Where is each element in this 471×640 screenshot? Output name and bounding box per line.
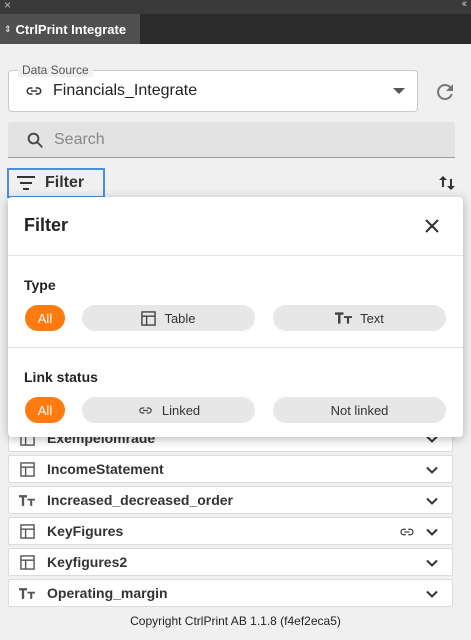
- chevron-down-icon: [393, 88, 405, 94]
- list-item-name: KeyFigures: [47, 523, 124, 539]
- tab-ctrlprint-integrate[interactable]: ⇕ CtrlPrint Integrate: [0, 14, 140, 44]
- table-icon: [19, 523, 35, 539]
- pill-label: Text: [360, 310, 384, 326]
- table-icon: [19, 461, 35, 477]
- search-icon: [27, 132, 43, 148]
- list-item-name: Operating_margin: [47, 585, 168, 601]
- tab-label: CtrlPrint Integrate: [15, 21, 127, 37]
- sort-icon[interactable]: [438, 174, 456, 192]
- list-item-name: Keyfigures2: [47, 554, 128, 570]
- footer-copyright: Copyright CtrlPrint AB 1.1.8 (f4ef2eca5): [130, 614, 341, 628]
- pill-label: Not linked: [330, 402, 389, 418]
- item-list: Exempelomrade IncomeStatement Increased_de…: [8, 424, 453, 610]
- pill-label: All: [37, 402, 53, 418]
- pill-label: Linked: [161, 402, 201, 418]
- filter-button-label: Filter: [45, 174, 85, 191]
- tab-bar: ⇕ CtrlPrint Integrate: [0, 14, 471, 44]
- refresh-icon[interactable]: [433, 80, 457, 104]
- collapse-panel-icon[interactable]: ‹‹: [462, 0, 468, 10]
- table-icon: [141, 310, 157, 326]
- link-icon: [400, 528, 414, 536]
- search-field[interactable]: Search: [8, 122, 455, 158]
- type-filter-text[interactable]: Text: [273, 305, 446, 331]
- pill-label: All: [37, 310, 53, 326]
- link-filter-all[interactable]: All: [25, 397, 65, 423]
- text-type-icon: [19, 585, 35, 601]
- list-item[interactable]: Operating_margin: [8, 579, 453, 607]
- filter-popup-title: Filter: [24, 215, 69, 235]
- list-item[interactable]: Increased_decreased_order: [8, 486, 453, 514]
- filter-popup: Filter Type All Table Text Link status A…: [8, 197, 463, 437]
- chevron-down-icon[interactable]: [426, 588, 438, 600]
- link-filter-linked[interactable]: Linked: [82, 397, 255, 423]
- list-item-name: IncomeStatement: [47, 461, 164, 477]
- search-placeholder: Search: [54, 130, 105, 148]
- text-type-icon: [19, 492, 35, 508]
- list-item[interactable]: KeyFigures: [8, 517, 453, 545]
- close-panel-icon[interactable]: ×: [4, 0, 11, 12]
- text-type-icon: [335, 312, 353, 324]
- link-status-section-title: Link status: [24, 369, 98, 385]
- data-source-value: Financials_Integrate: [53, 82, 198, 99]
- list-item[interactable]: Keyfigures2: [8, 548, 453, 576]
- data-source-legend: Data Source: [18, 63, 93, 77]
- chevron-down-icon[interactable]: [426, 464, 438, 476]
- close-icon[interactable]: [425, 219, 439, 233]
- type-section-title: Type: [24, 277, 56, 293]
- filter-icon: [17, 176, 35, 190]
- divider: [8, 255, 463, 256]
- type-filter-table[interactable]: Table: [82, 305, 255, 331]
- list-item-name: Increased_decreased_order: [47, 492, 233, 508]
- chevron-down-icon[interactable]: [426, 526, 438, 538]
- panel-top-strip: × ‹‹: [0, 0, 471, 14]
- chevron-down-icon[interactable]: [426, 495, 438, 507]
- chevron-down-icon[interactable]: [426, 557, 438, 569]
- list-item[interactable]: IncomeStatement: [8, 455, 453, 483]
- link-icon: [26, 87, 42, 95]
- pill-label: Table: [164, 310, 196, 326]
- table-icon: [19, 554, 35, 570]
- link-icon: [139, 406, 152, 414]
- tab-arrows-icon: ⇕: [4, 23, 12, 34]
- divider: [8, 347, 463, 348]
- type-filter-all[interactable]: All: [25, 305, 65, 331]
- link-filter-not-linked[interactable]: Not linked: [273, 397, 446, 423]
- filter-button[interactable]: Filter: [7, 168, 105, 198]
